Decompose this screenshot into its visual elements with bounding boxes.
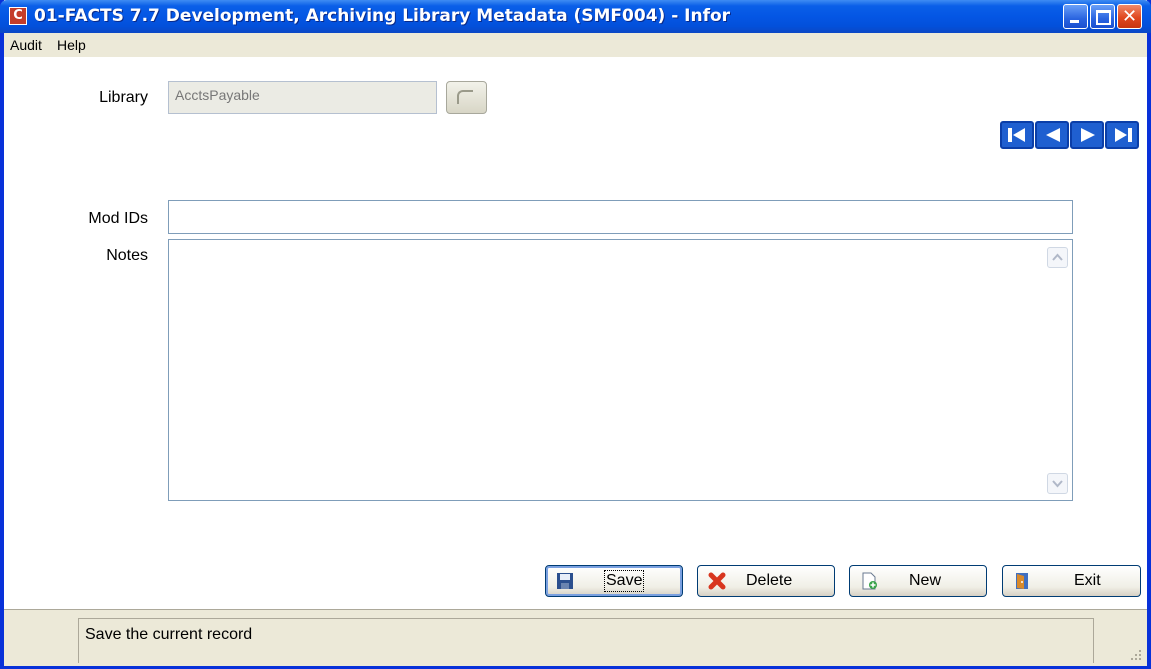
previous-record-button[interactable] [1035,121,1069,149]
modids-field[interactable] [168,200,1073,234]
window-title: 01-FACTS 7.7 Development, Archiving Libr… [34,6,731,26]
resize-grip-icon[interactable] [1129,648,1143,662]
library-label: Library [99,89,148,106]
menu-help[interactable]: Help [57,37,86,53]
app-icon[interactable]: C [9,7,27,25]
library-lookup-button[interactable] [446,81,487,114]
new-label: New [909,572,942,589]
status-pane: Save the current record [78,618,1094,663]
notes-label: Notes [106,247,148,264]
exit-button[interactable]: Exit [1002,565,1141,597]
library-field: AcctsPayable [168,81,437,114]
previous-icon [1046,128,1060,142]
notes-textarea[interactable] [168,239,1073,501]
maximize-button[interactable] [1090,4,1115,29]
scroll-down-button[interactable] [1047,473,1068,494]
record-navigation [1000,121,1140,149]
delete-label: Delete [746,572,793,589]
status-text: Save the current record [85,626,253,643]
chevron-down-icon [1052,480,1063,488]
close-icon: ✕ [1121,6,1138,27]
last-record-button[interactable] [1105,121,1139,149]
delete-button[interactable]: Delete [697,565,835,597]
delete-x-icon [708,572,726,590]
exit-door-icon [1016,573,1028,589]
status-bar: Save the current record [4,609,1147,666]
next-record-button[interactable] [1070,121,1104,149]
close-button[interactable]: ✕ [1117,4,1142,29]
save-label: Save [603,570,645,592]
app-window: C 01-FACTS 7.7 Development, Archiving Li… [0,0,1151,669]
exit-label: Exit [1074,572,1101,589]
new-document-icon [862,572,877,590]
last-icon [1115,128,1132,142]
chevron-up-icon [1052,253,1063,261]
next-icon [1081,128,1095,142]
form-area: Library AcctsPayable Mod IDs Notes [4,57,1147,609]
modids-label: Mod IDs [88,210,148,227]
floppy-disk-icon [557,573,573,589]
new-button[interactable]: New [849,565,987,597]
menu-bar: Audit Help [4,33,1147,57]
minimize-button[interactable] [1063,4,1088,29]
title-bar[interactable]: C 01-FACTS 7.7 Development, Archiving Li… [0,0,1151,33]
first-icon [1008,128,1025,142]
save-button[interactable]: Save [545,565,683,597]
first-record-button[interactable] [1000,121,1034,149]
scroll-up-button[interactable] [1047,247,1068,268]
menu-audit[interactable]: Audit [10,37,42,53]
